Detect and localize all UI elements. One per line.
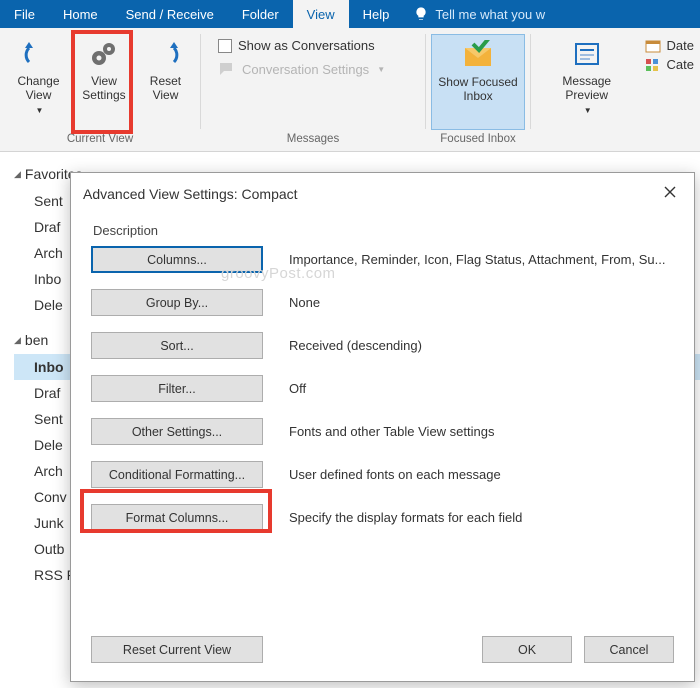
setting-row: Conditional Formatting... User defined fo… bbox=[91, 461, 674, 488]
arrange-date-label: Date bbox=[667, 38, 694, 53]
tab-view[interactable]: View bbox=[293, 0, 349, 28]
setting-row: Columns... Importance, Reminder, Icon, Fl… bbox=[91, 246, 674, 273]
message-preview-button[interactable]: Message Preview ▼ bbox=[537, 34, 637, 130]
setting-description: Received (descending) bbox=[289, 338, 674, 353]
arrange-date-button[interactable]: Date bbox=[645, 38, 694, 53]
dropdown-caret-icon: ▼ bbox=[377, 65, 385, 74]
cancel-button[interactable]: Cancel bbox=[584, 636, 674, 663]
dialog-title: Advanced View Settings: Compact bbox=[83, 186, 298, 202]
advanced-view-settings-dialog: Advanced View Settings: Compact groovyPo… bbox=[70, 172, 695, 682]
filter-button[interactable]: Filter... bbox=[91, 375, 263, 402]
show-focused-inbox-button[interactable]: Show Focused Inbox bbox=[431, 34, 525, 130]
format-columns-button[interactable]: Format Columns... bbox=[91, 504, 263, 531]
lightbulb-icon bbox=[413, 6, 429, 22]
close-button[interactable] bbox=[658, 183, 682, 205]
sort-button[interactable]: Sort... bbox=[91, 332, 263, 359]
setting-description: User defined fonts on each message bbox=[289, 467, 674, 482]
arrange-categories-button[interactable]: Cate bbox=[645, 57, 694, 72]
conditional-formatting-button[interactable]: Conditional Formatting... bbox=[91, 461, 263, 488]
setting-row: Other Settings... Fonts and other Table V… bbox=[91, 418, 674, 445]
setting-row: Sort... Received (descending) bbox=[91, 332, 674, 359]
group-label-messages: Messages bbox=[287, 130, 339, 149]
tab-help[interactable]: Help bbox=[349, 0, 404, 28]
setting-row: Filter... Off bbox=[91, 375, 674, 402]
show-focused-inbox-label: Show Focused Inbox bbox=[438, 75, 518, 103]
chat-icon bbox=[218, 61, 236, 77]
view-settings-button[interactable]: View Settings bbox=[71, 34, 137, 130]
change-view-icon bbox=[23, 36, 53, 72]
focused-inbox-icon bbox=[461, 37, 495, 73]
collapse-icon: ◢ bbox=[14, 169, 21, 180]
view-settings-label: View Settings bbox=[77, 74, 131, 102]
description-label: Description bbox=[91, 221, 674, 246]
tab-file[interactable]: File bbox=[0, 0, 49, 28]
group-label-arrangement bbox=[614, 130, 617, 149]
arrange-categories-label: Cate bbox=[667, 57, 694, 72]
gear-icon bbox=[87, 36, 121, 72]
message-preview-icon bbox=[572, 36, 602, 72]
other-settings-button[interactable]: Other Settings... bbox=[91, 418, 263, 445]
setting-description: Off bbox=[289, 381, 674, 396]
dropdown-caret-icon: ▼ bbox=[36, 104, 44, 118]
tell-me-label: Tell me what you w bbox=[435, 7, 545, 22]
setting-row: Group By... None bbox=[91, 289, 674, 316]
group-by-button[interactable]: Group By... bbox=[91, 289, 263, 316]
change-view-label: Change View bbox=[12, 74, 65, 102]
group-current-view: Change View ▼ View Settings Reset View Cu… bbox=[0, 28, 200, 151]
conversation-settings-label: Conversation Settings bbox=[242, 62, 369, 77]
group-focused-inbox: Show Focused Inbox Focused Inbox bbox=[426, 28, 530, 151]
tell-me-search[interactable]: Tell me what you w bbox=[403, 0, 555, 28]
calendar-icon bbox=[645, 39, 661, 53]
close-icon bbox=[664, 186, 676, 198]
setting-description: None bbox=[289, 295, 674, 310]
dialog-body: groovyPost.com Description Columns...Imp… bbox=[71, 215, 694, 626]
categories-icon bbox=[645, 58, 661, 72]
group-arrangement: Message Preview ▼ Date Cate bbox=[531, 28, 700, 151]
ok-button[interactable]: OK bbox=[482, 636, 572, 663]
group-label-current-view: Current View bbox=[67, 130, 133, 149]
ribbon: Change View ▼ View Settings Reset View Cu… bbox=[0, 28, 700, 152]
ribbon-tabs: File Home Send / Receive Folder View Hel… bbox=[0, 0, 700, 28]
setting-description: Fonts and other Table View settings bbox=[289, 424, 674, 439]
change-view-button[interactable]: Change View ▼ bbox=[6, 34, 71, 130]
reset-icon bbox=[150, 36, 180, 72]
setting-description: Importance, Reminder, Icon, Flag Status,… bbox=[289, 252, 674, 267]
dialog-titlebar: Advanced View Settings: Compact bbox=[71, 173, 694, 215]
tab-folder[interactable]: Folder bbox=[228, 0, 293, 28]
dropdown-caret-icon: ▼ bbox=[584, 104, 592, 118]
group-label-focused-inbox: Focused Inbox bbox=[440, 130, 515, 149]
reset-view-button[interactable]: Reset View bbox=[137, 34, 194, 130]
tab-send-receive[interactable]: Send / Receive bbox=[112, 0, 228, 28]
message-preview-label: Message Preview bbox=[543, 74, 631, 102]
nav-account-label: ben bbox=[25, 332, 48, 348]
setting-description: Specify the display formats for each fie… bbox=[289, 510, 674, 525]
checkbox-icon bbox=[218, 39, 232, 53]
tab-home[interactable]: Home bbox=[49, 0, 112, 28]
group-messages: Show as Conversations Conversation Setti… bbox=[201, 28, 425, 151]
show-conversations-label: Show as Conversations bbox=[238, 38, 375, 53]
reset-current-view-button[interactable]: Reset Current View bbox=[91, 636, 263, 663]
columns-button[interactable]: Columns... bbox=[91, 246, 263, 273]
collapse-icon: ◢ bbox=[14, 335, 21, 346]
dialog-footer: Reset Current View OK Cancel bbox=[71, 626, 694, 681]
reset-view-label: Reset View bbox=[143, 74, 188, 102]
show-conversations-checkbox[interactable]: Show as Conversations bbox=[218, 38, 375, 53]
setting-row: Format Columns... Specify the display for… bbox=[91, 504, 674, 531]
conversation-settings-button: Conversation Settings ▼ bbox=[218, 61, 385, 77]
